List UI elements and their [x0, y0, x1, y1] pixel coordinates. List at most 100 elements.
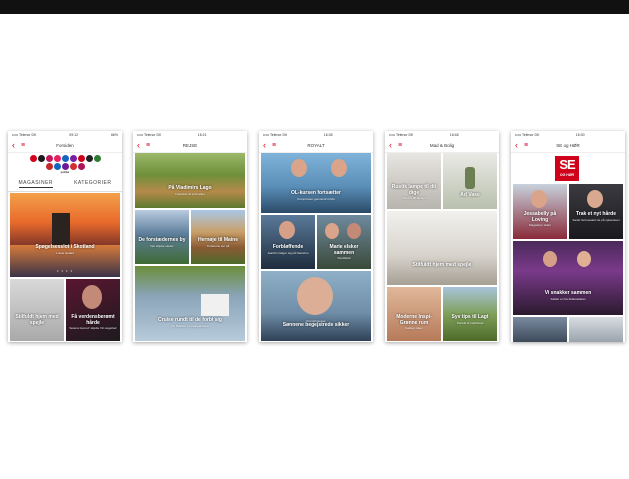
status-bar: ••••• Telenor DK 09:12 66%: [8, 131, 122, 139]
card-landscape[interactable]: Syv tips til Lagt Perfekt til markhusd: [443, 287, 497, 341]
card-title: Få verdensberømt hårde: [71, 314, 115, 326]
magazine-circles: [8, 153, 122, 170]
card-subtitle: Joachim følger sig på Nørrebro: [267, 250, 309, 255]
card-subtitle: Der skjulte steder: [150, 243, 174, 248]
card-couple[interactable]: Marie elsker sammen Familietid: [317, 215, 371, 269]
hero-card[interactable]: Spøgelsesslot i Skotland Lucas Hadad • •…: [10, 193, 120, 277]
magazine-cover-icon[interactable]: [45, 155, 53, 162]
card-hands[interactable]: Moderne Inspi-Grønne rum Køkken ideer: [387, 287, 441, 341]
page-title: SE og HØR: [556, 143, 580, 148]
card-title: Ad Vase: [460, 192, 480, 198]
card-subtitle: Køkken ideer: [405, 326, 423, 330]
card-cruise[interactable]: Cruise rundt til de forbi sig Nu Pastour…: [135, 266, 245, 341]
card-title: Stilfuldt hjem med spejle: [412, 262, 472, 268]
carrier-label: ••••• Telenor DK: [12, 133, 37, 137]
menu-icon[interactable]: ≡: [398, 142, 402, 149]
nav-bar: ‹ ≡ REJSE: [133, 139, 247, 153]
card-subtitle: Perfekt til markhusd: [456, 320, 484, 325]
phone-screen-rejse: ••••• Telenor DK 16:21 ‹ ≡ REJSE På Vlad…: [133, 131, 247, 342]
card-village[interactable]: Hernøje til Maine Turisterne ser på: [191, 210, 245, 264]
clock-label: 16:21: [197, 133, 207, 137]
carrier-label: ••••• Telenor DK: [389, 133, 414, 137]
carrier-label: ••••• Telenor DK: [137, 133, 162, 137]
card-coast[interactable]: De forstædernes by Der skjulte steder: [135, 210, 189, 264]
status-bar: ••••• Telenor DK 16:48: [385, 131, 499, 139]
magazine-cover-icon[interactable]: [53, 163, 61, 170]
nav-bar: ‹ ≡ Forsiden: [8, 139, 122, 153]
menu-icon[interactable]: ≡: [524, 142, 528, 149]
menu-icon[interactable]: ≡: [146, 142, 150, 149]
menu-icon[interactable]: ≡: [21, 142, 25, 149]
card-subtitle: Kronprinsen genvandt til Rio: [297, 196, 335, 201]
card-gossip-2[interactable]: Trak et nyt hårde Sarah Grünewald vie på…: [569, 184, 623, 239]
card-home[interactable]: Stilfuldt hjem med spejle: [387, 211, 497, 285]
carousel-dots: • • • •: [57, 268, 73, 273]
magazine-cover-icon[interactable]: [53, 155, 61, 162]
magazine-cover-icon[interactable]: [69, 155, 77, 162]
card-title: Marie elsker sammen: [329, 244, 359, 256]
magazine-cover-icon[interactable]: [69, 163, 77, 170]
card-title: Moderne Inspi-Grønne rum: [396, 314, 432, 326]
clock-label: 16:30: [575, 133, 585, 137]
card-vase[interactable]: Ad Vase: [443, 153, 497, 209]
card-subtitle: Selena Gomez' skjulte Vin sugehair: [69, 326, 117, 330]
card-subtitle: Familietid: [337, 256, 351, 260]
card-subtitle: Magasiner siden: [528, 223, 551, 227]
tab-bar: MAGASINER KATEGORIER: [8, 176, 122, 192]
card-vineyard[interactable]: På Vladimirs Lago Tusindvis af vinmarker: [135, 153, 245, 208]
menu-icon[interactable]: ≡: [272, 142, 276, 149]
card-couple-event[interactable]: Vi snakker sammen Kalder en fra fællessk…: [513, 241, 623, 315]
clock-label: 16:35: [323, 133, 333, 137]
page-title: Mad & Bolig: [429, 143, 455, 148]
card-celebrity[interactable]: Få verdensberømt hårde Selena Gomez' skj…: [66, 279, 120, 341]
back-icon[interactable]: ‹: [137, 141, 140, 150]
card-subtitle: Turisterne ser på: [206, 243, 230, 248]
card-interior[interactable]: Stilfuldt hjem med spejle: [10, 279, 64, 341]
phone-screen-forsiden: ••••• Telenor DK 09:12 66% ‹ ≡ Forsiden …: [8, 131, 122, 342]
back-icon[interactable]: ‹: [515, 141, 518, 150]
magazine-cover-icon[interactable]: [61, 163, 69, 170]
phone-screen-royalt: ••••• Telenor DK 16:35 ‹ ≡ ROYALT OL-kur…: [259, 131, 373, 342]
card-subtitle: Tusindvis af vinmarker: [175, 191, 205, 196]
magazine-cover-icon[interactable]: [29, 155, 37, 162]
card-subtitle: Lucas Hadad: [56, 250, 74, 255]
nav-bar: ‹ ≡ SE og HØR: [511, 139, 625, 153]
magazine-cover-icon[interactable]: [77, 163, 85, 170]
card-subtitle: Sarah Grünewald vie på spisestuen: [572, 217, 620, 222]
top-black-bar: [0, 0, 629, 14]
card-title: Stilfuldt hjem med spejle: [15, 314, 59, 326]
card-title: Rustik lampe til dit dige: [391, 184, 437, 196]
se-og-hor-logo: SE OG HØR: [555, 156, 579, 181]
card-royals[interactable]: OL-kursen fortsætter Kronprinsen genvand…: [261, 153, 371, 213]
tab-magasiner[interactable]: MAGASINER: [18, 180, 54, 188]
magazine-cover-icon[interactable]: [61, 155, 69, 162]
magazine-cover-icon[interactable]: [37, 155, 45, 162]
card-subtitle: Nu Pastour en mangehavne: [171, 323, 209, 328]
card-gossip-4[interactable]: [569, 317, 623, 342]
nav-bar: ‹ ≡ ROYALT: [259, 139, 373, 153]
clock-label: 16:48: [449, 133, 459, 137]
card-prince[interactable]: Forbløffende Joachim følger sig på Nørre…: [261, 215, 315, 269]
magazine-cover-icon[interactable]: [85, 155, 93, 162]
back-icon[interactable]: ‹: [12, 141, 15, 150]
magazine-cover-icon[interactable]: [45, 163, 53, 170]
card-title: Sønnene begejstrede sikker: [282, 322, 350, 328]
card-subtitle: Kalder en fra fællesskabet: [550, 296, 586, 301]
tab-kategorier[interactable]: KATEGORIER: [74, 180, 111, 188]
back-icon[interactable]: ‹: [263, 141, 266, 150]
magazine-cover-icon[interactable]: [77, 155, 85, 162]
card-lamp[interactable]: Rustik lampe til dit dige Pris for dit d…: [387, 153, 441, 209]
card-princess[interactable]: Kronprinsesse Sønnene begejstrede sikker: [261, 271, 371, 341]
status-bar: ••••• Telenor DK 16:35: [259, 131, 373, 139]
page-title: REJSE: [182, 143, 198, 148]
phone-screen-se-og-hor: ••••• Telenor DK 16:30 ‹ ≡ SE og HØR SE …: [511, 131, 625, 342]
clock-label: 09:12: [69, 133, 79, 137]
logo-subtext: OG HØR: [559, 173, 575, 177]
phone-screen-mad-bolig: ••••• Telenor DK 16:48 ‹ ≡ Mad & Bolig R…: [385, 131, 499, 342]
back-icon[interactable]: ‹: [389, 141, 392, 150]
magazine-cover-icon[interactable]: [93, 155, 101, 162]
card-gossip-3[interactable]: [513, 317, 567, 342]
card-gossip-1[interactable]: Jessabelly på Loving Magasiner siden: [513, 184, 567, 239]
card-title: Jessabelly på Loving: [523, 211, 557, 223]
page-title: Forsiden: [56, 143, 74, 148]
